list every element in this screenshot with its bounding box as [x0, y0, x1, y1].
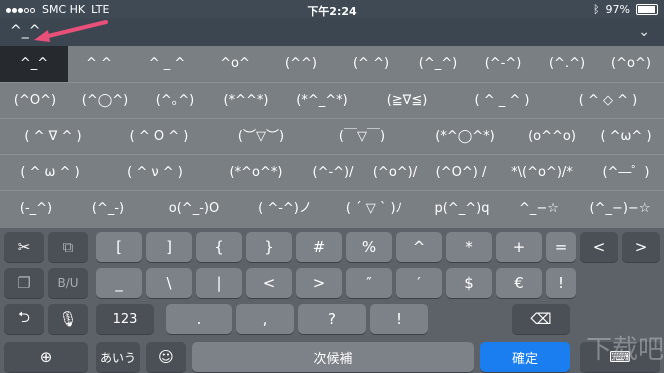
candidate-item[interactable]: (*^◯^*) [414, 119, 516, 155]
key-plus[interactable]: + [496, 232, 542, 262]
candidate-item[interactable]: (^ ^) [336, 46, 406, 82]
candidate-item[interactable]: ^ _ ^ [130, 46, 204, 82]
key-exclamation[interactable]: ! [546, 268, 576, 298]
candidate-item[interactable]: (^_^) [406, 46, 470, 82]
backspace-icon[interactable]: ⌫ [512, 304, 570, 334]
candidate-item[interactable]: (^_-) [72, 191, 144, 227]
battery-icon [636, 4, 658, 15]
candidate-item[interactable]: ^o^ [204, 46, 266, 82]
candidate-item[interactable]: (︶▽︶) [212, 119, 310, 155]
globe-icon[interactable]: ⊕ [4, 342, 88, 372]
key-bracket-left[interactable]: [ [96, 232, 142, 262]
candidate-item[interactable]: (^-^)/ [302, 155, 364, 191]
bluetooth-icon: ᛒ [592, 3, 600, 16]
candidate-row: ( ^ ω ^ ) ( ^ ν ^ ) (*^o^*) (^-^)/ (^o^)… [0, 154, 664, 191]
keyboard: ✂ ⧉ [ ] { } # % ^ * + = < > ❐ B/U _ \ | … [0, 228, 664, 373]
candidate-item[interactable]: ^ ^ [68, 46, 130, 82]
candidate-item[interactable]: (*^o^*) [210, 155, 302, 191]
candidate-item[interactable]: ( ^-^)ノ [244, 191, 326, 227]
kana-key[interactable]: あいう [96, 342, 140, 372]
candidate-item[interactable]: (*^_^*) [282, 83, 362, 119]
arrow-left-icon[interactable]: < [580, 232, 618, 262]
candidate-item[interactable]: (≧∇≦) [362, 83, 452, 119]
key-bracket-right[interactable]: ] [146, 232, 192, 262]
key-comma[interactable]: , [236, 304, 294, 334]
chevron-down-icon[interactable]: ⌄ [638, 24, 650, 40]
paste-icon[interactable]: ❐ [4, 268, 44, 298]
key-caret[interactable]: ^ [396, 232, 442, 262]
candidate-item[interactable]: ( ^ ν ^ ) [100, 155, 210, 191]
candidate-item[interactable]: (^O^) [0, 83, 70, 119]
candidate-grid: ^_^ ^ ^ ^ _ ^ ^o^ (^^) (^ ^) (^_^) (^-^)… [0, 46, 664, 228]
key-less-than[interactable]: < [246, 268, 292, 298]
candidate-item[interactable]: (^｡^) [140, 83, 210, 119]
scissors-icon[interactable]: ✂ [4, 232, 44, 262]
key-brace-right[interactable]: } [246, 232, 292, 262]
candidate-row: (-_^) (^_-) o(^_-)O ( ^-^)ノ ( ´ ▽ ` )ﾉ p… [0, 190, 664, 227]
key-backslash[interactable]: \ [146, 268, 192, 298]
next-candidate-key[interactable]: 次候補 [192, 342, 474, 372]
key-double-prime[interactable]: ″ [346, 268, 392, 298]
candidate-item[interactable]: (^―゜) [588, 155, 664, 191]
candidate-row: ^_^ ^ ^ ^ _ ^ ^o^ (^^) (^ ^) (^_^) (^-^)… [0, 46, 664, 82]
key-percent[interactable]: % [346, 232, 392, 262]
key-greater-than[interactable]: > [296, 268, 342, 298]
battery-percent: 97% [605, 3, 630, 16]
candidate-item[interactable]: ( ^ O ^ ) [106, 119, 212, 155]
undo-icon[interactable]: ⮌ [4, 304, 44, 334]
candidate-item[interactable]: (-_^) [0, 191, 72, 227]
candidate-item[interactable]: (^_−)−☆ [576, 191, 664, 227]
confirm-key[interactable]: 確定 [480, 342, 570, 372]
candidate-item[interactable]: (^O^) / [426, 155, 496, 191]
key-prime[interactable]: ′ [396, 268, 442, 298]
clock: 下午2:24 [307, 5, 357, 18]
candidate-item[interactable]: (^o^) [598, 46, 664, 82]
candidate-item[interactable]: (^o^)/ [364, 155, 426, 191]
candidate-item[interactable]: (o^^o) [516, 119, 588, 155]
candidate-item[interactable]: ( ^ ω ^ ) [0, 155, 100, 191]
candidate-item[interactable]: p(^_^)q [422, 191, 502, 227]
candidate-item[interactable]: (^◯^) [70, 83, 140, 119]
key-pipe[interactable]: | [196, 268, 242, 298]
numbers-key[interactable]: 123 [96, 304, 154, 334]
status-bar: SMC HK LTE 下午2:24 ᛒ 97% [0, 0, 664, 18]
candidate-item[interactable]: ( ^ ∇ ^ ) [0, 119, 106, 155]
candidate-item[interactable]: (^^) [266, 46, 336, 82]
key-underscore[interactable]: _ [96, 268, 142, 298]
pointer-arrow-icon [34, 20, 108, 42]
key-dollar[interactable]: $ [446, 268, 492, 298]
key-equals[interactable]: = [546, 232, 576, 262]
candidate-item[interactable]: ( ´ ▽ ` )ﾉ [326, 191, 422, 227]
candidate-item[interactable]: (^.^) [536, 46, 598, 82]
key-hash[interactable]: # [296, 232, 342, 262]
candidate-row: ( ^ ∇ ^ ) ( ^ O ^ ) (︶▽︶) (￣▽￣) (*^◯^*) … [0, 118, 664, 155]
key-period[interactable]: . [166, 304, 232, 334]
biu-icon[interactable]: B/U [48, 268, 88, 298]
candidate-item[interactable]: (￣▽￣) [310, 119, 414, 155]
key-asterisk[interactable]: * [446, 232, 492, 262]
candidate-item[interactable]: ( ^ω^ ) [588, 119, 664, 155]
candidate-item[interactable]: *\(^o^)/* [496, 155, 588, 191]
candidate-item[interactable]: o(^_-)O [144, 191, 244, 227]
candidate-item[interactable]: ^_^ [0, 46, 68, 82]
key-euro[interactable]: € [496, 268, 542, 298]
watermark: 下载吧 [586, 335, 664, 365]
candidate-item[interactable]: (*^^*) [210, 83, 282, 119]
arrow-right-icon[interactable]: > [622, 232, 660, 262]
key-brace-left[interactable]: { [196, 232, 242, 262]
mic-icon[interactable]: 🎙 [48, 304, 88, 334]
key-exclamation-2[interactable]: ! [370, 304, 428, 334]
candidate-item[interactable]: ^_−☆ [502, 191, 576, 227]
candidate-item[interactable]: (^-^) [470, 46, 536, 82]
candidate-row: (^O^) (^◯^) (^｡^) (*^^*) (*^_^*) (≧∇≦) (… [0, 82, 664, 119]
candidate-item[interactable]: ( ^ _ ^ ) [452, 83, 552, 119]
key-question[interactable]: ? [298, 304, 366, 334]
copy-icon[interactable]: ⧉ [48, 232, 88, 262]
emoji-icon[interactable]: ☺ [146, 342, 186, 372]
candidate-item[interactable]: ( ^ ◇ ^ ) [552, 83, 664, 119]
